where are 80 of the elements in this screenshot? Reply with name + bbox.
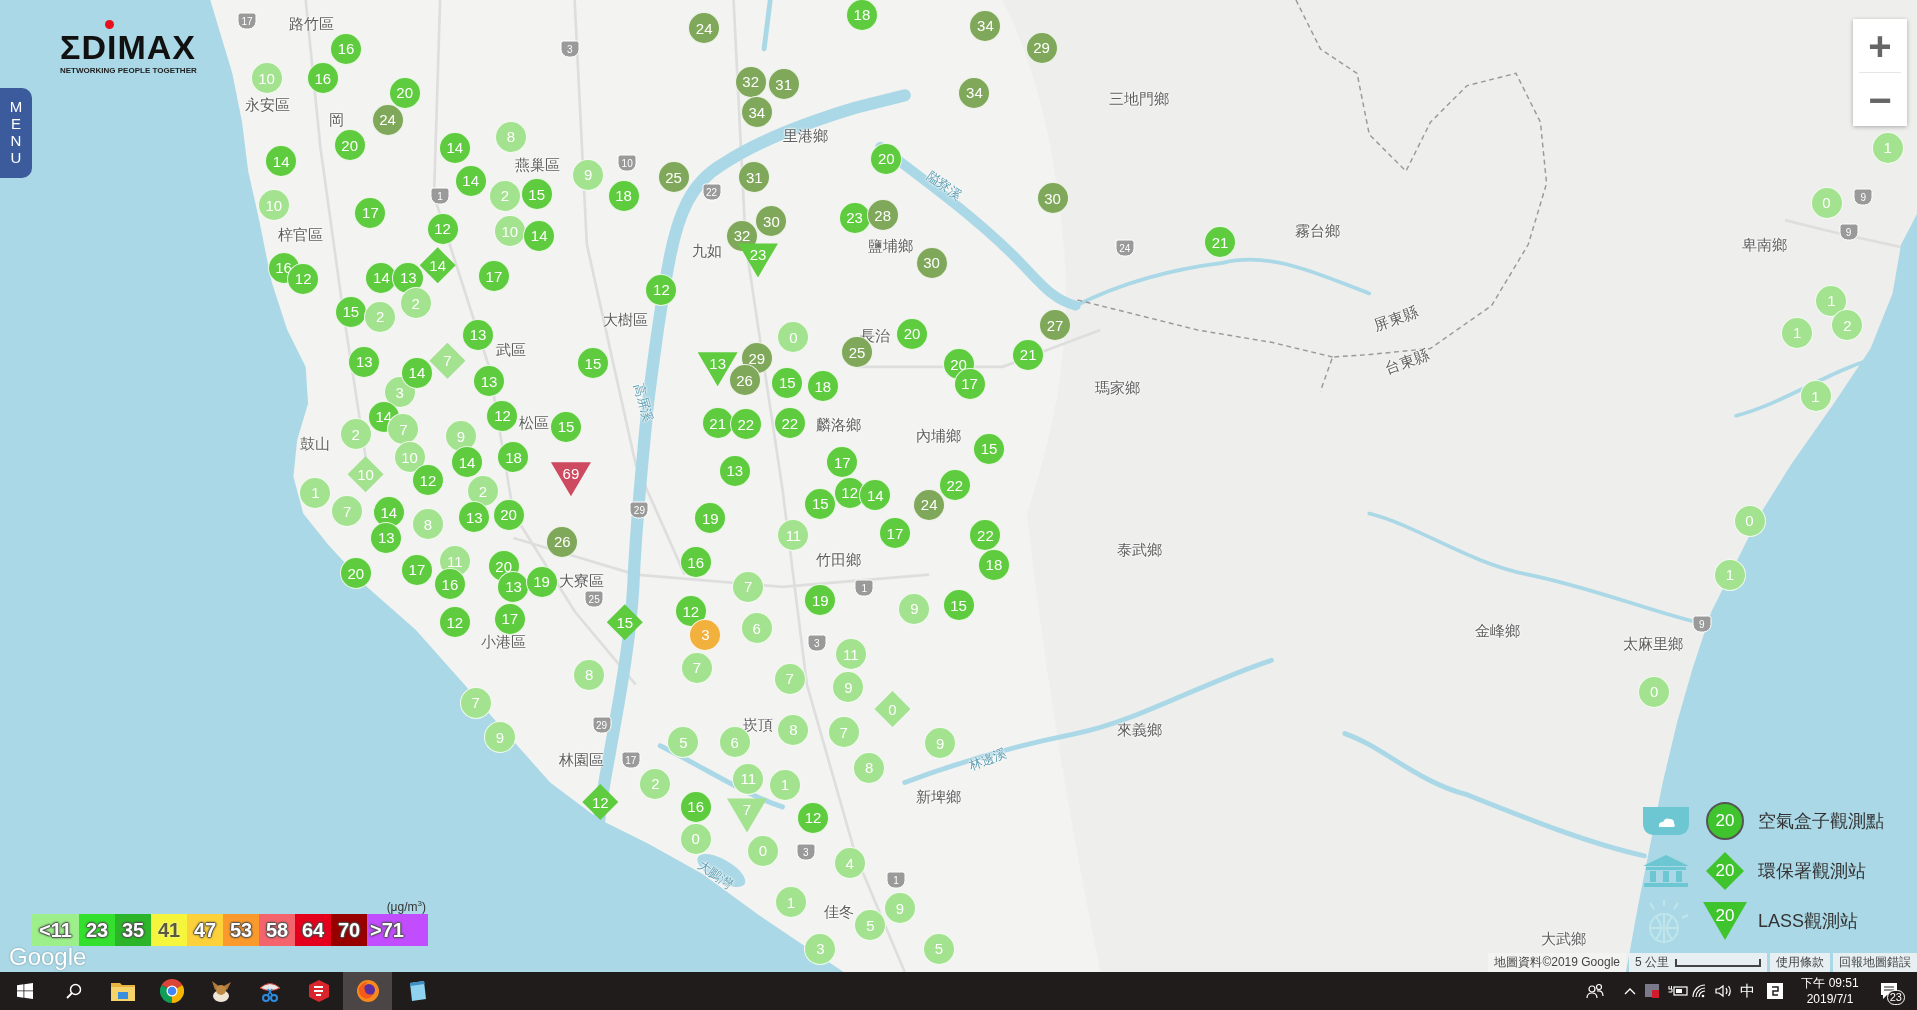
place-label: 麟洛鄉 bbox=[816, 417, 862, 434]
folder-icon bbox=[110, 981, 135, 1001]
legend-level: >71 bbox=[367, 914, 428, 946]
place-label: 梓官區 bbox=[278, 226, 324, 243]
chevron-up-icon[interactable] bbox=[1624, 987, 1636, 995]
place-label: 屏東縣 bbox=[1372, 303, 1421, 335]
clock-button[interactable]: 下午 09:51 2019/7/1 bbox=[1795, 975, 1865, 1007]
place-label: 大寮區 bbox=[559, 572, 605, 589]
place-label: 內埔鄉 bbox=[916, 428, 962, 445]
place-label: 霧台鄉 bbox=[1295, 222, 1341, 240]
place-label: 武區 bbox=[496, 341, 527, 358]
search-icon bbox=[65, 983, 82, 999]
place-label: 鹽埔鄉 bbox=[867, 237, 913, 254]
notification-button[interactable]: 23 bbox=[1873, 976, 1905, 1006]
logo-dot-icon bbox=[105, 20, 114, 29]
legend-label: LASS觀測站 bbox=[1758, 910, 1860, 933]
legend-label: 環保署觀測站 bbox=[1758, 860, 1867, 883]
place-label: 泰武鄉 bbox=[1116, 541, 1162, 559]
columns-building-icon bbox=[1643, 855, 1689, 887]
legend-level: 70 bbox=[331, 914, 367, 946]
place-label: 小港區 bbox=[481, 633, 527, 651]
terms-link[interactable]: 使用條款 bbox=[1770, 953, 1830, 972]
place-label: 台東縣 bbox=[1383, 346, 1432, 378]
place-label: 金峰鄉 bbox=[1475, 622, 1521, 640]
place-label: 瑪家鄉 bbox=[1094, 379, 1140, 396]
place-label: 佳冬 bbox=[823, 903, 854, 921]
water-label: 高屏溪 bbox=[631, 382, 655, 425]
volume-icon[interactable] bbox=[1715, 984, 1733, 998]
water-label: 隘寮溪 bbox=[923, 168, 964, 203]
menu-button[interactable]: MENU bbox=[0, 88, 32, 178]
place-label: 燕巢區 bbox=[515, 156, 561, 174]
place-label: 鼓山 bbox=[300, 435, 331, 453]
place-label: 太麻里鄉 bbox=[1622, 636, 1683, 653]
legend-level: 53 bbox=[223, 914, 259, 946]
legend-level: 35 bbox=[115, 914, 151, 946]
chrome-icon bbox=[159, 979, 184, 1003]
notification-badge: 23 bbox=[1886, 990, 1905, 1005]
logo-tagline: NETWORKING PEOPLE TOGETHER bbox=[60, 66, 197, 75]
ime-icon[interactable] bbox=[1767, 983, 1783, 999]
legend-level: 47 bbox=[187, 914, 223, 946]
globe-icon bbox=[355, 979, 380, 1003]
place-label: 卑南鄉 bbox=[1741, 236, 1787, 253]
place-label: 松區 bbox=[519, 414, 550, 432]
legend-level: 64 bbox=[295, 914, 331, 946]
zoom-in-button[interactable]: + bbox=[1853, 19, 1907, 72]
place-label: 大武鄉 bbox=[1541, 930, 1587, 948]
cloud-tile-icon bbox=[1643, 807, 1689, 835]
windows-logo-icon bbox=[16, 983, 33, 999]
place-label: 永安區 bbox=[245, 96, 291, 114]
report-error-link[interactable]: 回報地圖錯誤 bbox=[1833, 953, 1917, 972]
unit-label: (μg/m$^{3}$) bbox=[386, 898, 426, 914]
cube-icon bbox=[306, 979, 331, 1003]
place-label: 新埤鄉 bbox=[916, 788, 962, 806]
battery-icon[interactable] bbox=[1668, 985, 1688, 997]
place-label: 竹田鄉 bbox=[816, 551, 862, 569]
legend-level: 41 bbox=[151, 914, 187, 946]
place-label: 來義鄉 bbox=[1116, 721, 1162, 739]
legend-level: 58 bbox=[259, 914, 295, 946]
app-tile-icon[interactable] bbox=[1644, 983, 1660, 999]
scale-label: 5 公里 bbox=[1635, 955, 1669, 970]
legend-level: 23 bbox=[79, 914, 115, 946]
water-label: 林邊溪 bbox=[967, 747, 1009, 774]
map-data-credit: 地圖資料©2019 Google bbox=[1488, 953, 1626, 972]
scale-control[interactable]: 5 公里 bbox=[1629, 953, 1767, 972]
place-label: 三地門鄉 bbox=[1109, 90, 1170, 108]
place-label: 路竹區 bbox=[289, 16, 335, 33]
place-label: 大樹區 bbox=[603, 312, 649, 329]
scale-bar-icon bbox=[1675, 958, 1761, 967]
place-label: 里港鄉 bbox=[783, 127, 829, 144]
input-mode-button[interactable]: 中 bbox=[1739, 981, 1755, 1001]
legend-label: 空氣盒子觀測點 bbox=[1758, 810, 1884, 833]
logo-wordmark: ΣDIMAX bbox=[60, 30, 196, 64]
google-logo: Google bbox=[9, 945, 87, 969]
place-label: 林園區 bbox=[559, 752, 605, 769]
place-label: 九如 bbox=[691, 242, 722, 259]
people-icon[interactable] bbox=[1586, 983, 1604, 999]
water-label: 大鵬灣 bbox=[695, 858, 736, 893]
zoom-out-button[interactable]: − bbox=[1853, 73, 1907, 126]
legend-level: <11 bbox=[32, 914, 79, 946]
place-label: 岡 bbox=[328, 111, 344, 129]
